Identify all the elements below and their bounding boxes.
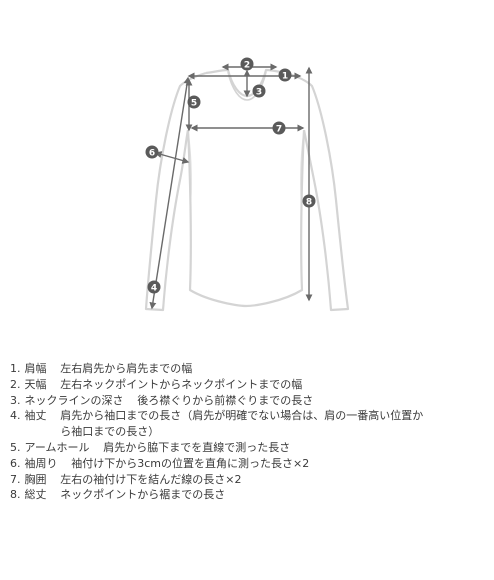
legend-term: 袖丈 — [24, 409, 47, 423]
legend-description: 左右の袖付け下を結んだ線の長さ×2 — [60, 472, 242, 486]
badge-8: 8 — [302, 194, 316, 208]
legend-number: 5. — [10, 440, 21, 454]
legend-description: 左右ネックポイントからネックポイントまでの幅 — [60, 377, 303, 391]
legend-description: 袖付け下から3cmの位置を直角に測った長さ×2 — [71, 456, 310, 470]
legend-item-sleeve-length: 4. 袖丈 肩先から袖口までの長さ（肩先が明確でない場合は、肩の一番高い位置から… — [10, 408, 490, 440]
svg-text:3: 3 — [256, 87, 262, 97]
legend-number: 3. — [10, 393, 21, 407]
legend-item-total-length: 8. 総丈 ネックポイントから裾までの長さ — [10, 487, 490, 503]
legend-number: 4. — [10, 409, 21, 423]
badge-2: 2 — [240, 57, 254, 71]
badge-3: 3 — [252, 84, 266, 98]
legend-term: ネックラインの深さ — [24, 393, 124, 407]
legend-term: 胸囲 — [24, 472, 47, 486]
legend-item-neckline-depth: 3. ネックラインの深さ 後ろ襟ぐりから前襟ぐりまでの長さ — [10, 393, 490, 409]
badge-4: 4 — [147, 280, 161, 294]
svg-text:1: 1 — [282, 71, 288, 81]
legend-number: 7. — [10, 472, 21, 486]
legend-item-armhole: 5. アームホール 肩先から脇下までを直線で測った長さ — [10, 440, 490, 456]
svg-text:6: 6 — [149, 148, 155, 158]
legend-term: 総丈 — [24, 488, 47, 502]
legend-description: 肩先から脇下までを直線で測った長さ — [103, 440, 291, 454]
svg-text:2: 2 — [244, 60, 250, 70]
legend-description: 左右肩先から肩先までの幅 — [60, 362, 193, 375]
legend-term: アームホール — [24, 440, 90, 454]
legend-item-chest: 7. 胸囲 左右の袖付け下を結んだ線の長さ×2 — [10, 472, 490, 488]
badge-1: 1 — [278, 68, 292, 82]
measurement-lines — [149, 63, 313, 310]
legend-number: 1. — [10, 362, 21, 375]
legend-description: ネックポイントから裾までの長さ — [60, 488, 226, 502]
legend-item-shoulder-width: 1. 肩幅 左右肩先から肩先までの幅 — [10, 361, 490, 377]
measurement-legend: 1. 肩幅 左右肩先から肩先までの幅 2. 天幅 左右ネックポイントからネックポ… — [10, 361, 490, 503]
legend-number: 6. — [10, 456, 21, 470]
legend-item-sleeve-width: 6. 袖周り 袖付け下から3cmの位置を直角に測った長さ×2 — [10, 456, 490, 472]
svg-text:8: 8 — [306, 197, 312, 207]
legend-number: 2. — [10, 377, 21, 391]
legend-description: 後ろ襟ぐりから前襟ぐりまでの長さ — [137, 393, 314, 407]
legend-term: 袖周り — [24, 456, 58, 470]
svg-text:5: 5 — [191, 98, 197, 108]
legend-item-neck-width: 2. 天幅 左右ネックポイントからネックポイントまでの幅 — [10, 377, 490, 393]
svg-text:4: 4 — [151, 283, 157, 293]
svg-text:7: 7 — [276, 124, 282, 134]
badge-7: 7 — [272, 121, 286, 135]
shirt-outline — [144, 68, 350, 312]
legend-term: 天幅 — [24, 377, 47, 391]
badge-6: 6 — [145, 145, 159, 159]
legend-description: 肩先から袖口までの長さ（肩先が明確でない場合は、肩の一番高い位置から袖口までの長… — [60, 409, 424, 439]
legend-term: 肩幅 — [24, 362, 47, 375]
badge-5: 5 — [187, 95, 201, 109]
legend-number: 8. — [10, 488, 21, 502]
garment-measurement-diagram: 1 2 3 4 5 6 7 8 — [144, 57, 350, 312]
